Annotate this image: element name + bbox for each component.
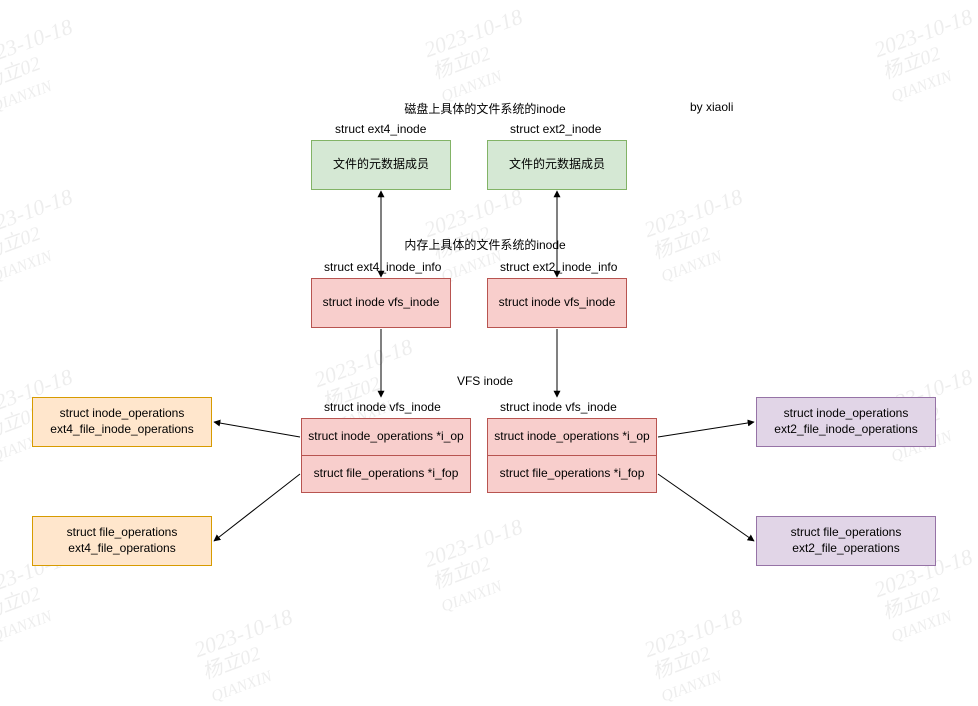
watermark: 2023-10-18杨立02QIANXIN [421, 5, 542, 107]
ext2-bottom-vfs-label: struct inode vfs_inode [500, 400, 617, 414]
ext4-fop-box: struct file_operations *i_fop [301, 455, 471, 493]
ext4-bottom-vfs-label: struct inode vfs_inode [324, 400, 441, 414]
byline: by xiaoli [690, 100, 733, 114]
ext2-iop-box: struct inode_operations *i_op [487, 418, 657, 456]
watermark: 2023-10-18杨立02QIANXIN [0, 15, 92, 117]
ext2-vfs-inode-box: struct inode vfs_inode [487, 278, 627, 328]
watermark: 2023-10-18杨立02QIANXIN [871, 5, 978, 107]
ext4-inode-struct-label: struct ext4_inode [335, 122, 426, 136]
watermark: 2023-10-18杨立02QIANXIN [191, 605, 312, 706]
watermark: 2023-10-18杨立02QIANXIN [641, 605, 762, 706]
ext2-inode-info-label: struct ext2_inode_info [500, 260, 617, 274]
ext4-inode-info-label: struct ext4_inode_info [324, 260, 441, 274]
ext4-inode-ops-box: struct inode_operations ext4_file_inode_… [32, 397, 212, 447]
watermark: 2023-10-18杨立02QIANXIN [0, 185, 92, 287]
ext2-metadata-box: 文件的元数据成员 [487, 140, 627, 190]
watermark: 2023-10-18杨立02QIANXIN [641, 185, 762, 287]
ext4-iop-box: struct inode_operations *i_op [301, 418, 471, 456]
title-vfs-inode: VFS inode [440, 374, 530, 388]
ext4-file-ops-box: struct file_operations ext4_file_operati… [32, 516, 212, 566]
title-disk-inode: 磁盘上具体的文件系统的inode [365, 100, 605, 117]
ext4-metadata-box: 文件的元数据成员 [311, 140, 451, 190]
title-mem-inode: 内存上具体的文件系统的inode [365, 236, 605, 253]
ext2-file-ops-box: struct file_operations ext2_file_operati… [756, 516, 936, 566]
ext2-fop-box: struct file_operations *i_fop [487, 455, 657, 493]
ext2-inode-ops-box: struct inode_operations ext2_file_inode_… [756, 397, 936, 447]
ext4-vfs-inode-box: struct inode vfs_inode [311, 278, 451, 328]
ext2-inode-struct-label: struct ext2_inode [510, 122, 601, 136]
watermark: 2023-10-18杨立02QIANXIN [421, 515, 542, 617]
